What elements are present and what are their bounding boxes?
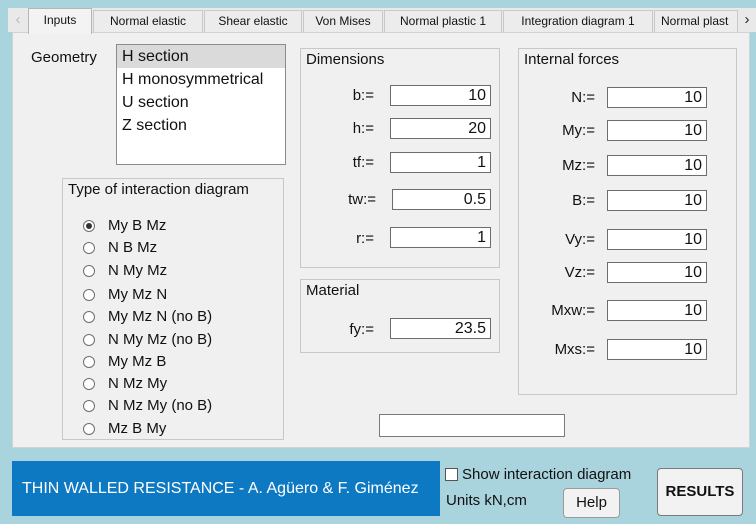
- radio-label: My B Mz: [108, 217, 167, 234]
- b-label: b:=: [352, 87, 374, 104]
- radio-button[interactable]: [83, 311, 95, 323]
- tab-inputs[interactable]: Inputs: [28, 8, 92, 34]
- interaction-group: Type of interaction diagram My B Mz N B …: [62, 178, 284, 440]
- geometry-label: Geometry: [31, 49, 97, 66]
- mxw-label: Mxw:=: [551, 302, 595, 319]
- tw-label: tw:=: [348, 191, 376, 208]
- radio-button[interactable]: [83, 378, 95, 390]
- mz-label: Mz:=: [562, 157, 595, 174]
- vz-input[interactable]: [607, 262, 707, 283]
- my-input[interactable]: [607, 120, 707, 141]
- units-label: Units kN,cm: [446, 492, 527, 509]
- fy-label: fy:=: [349, 321, 374, 338]
- radio-button[interactable]: [83, 289, 95, 301]
- title-banner: THIN WALLED RESISTANCE - A. Agüero & F. …: [12, 461, 440, 516]
- mxw-input[interactable]: [607, 300, 707, 321]
- radio-label: N Mz My (no B): [108, 397, 213, 414]
- my-label: My:=: [562, 122, 595, 139]
- chevron-left-icon[interactable]: ‹: [10, 8, 26, 32]
- help-button[interactable]: Help: [563, 488, 620, 518]
- tw-input[interactable]: [392, 189, 491, 210]
- tab-integration-diagram-1[interactable]: Integration diagram 1: [503, 10, 653, 32]
- material-group: Material fy:=: [300, 279, 500, 353]
- interaction-title: Type of interaction diagram: [68, 181, 249, 198]
- tf-input[interactable]: [390, 152, 491, 173]
- b-input[interactable]: [390, 85, 491, 106]
- internal-forces-title: Internal forces: [524, 51, 620, 68]
- material-title: Material: [306, 282, 360, 299]
- show-diagram-checkbox[interactable]: [445, 468, 458, 481]
- tab-bar: ‹ Inputs Normal elastic Shear elastic Vo…: [8, 8, 756, 34]
- inputs-panel: Geometry H section H monosymmetrical U s…: [12, 32, 750, 448]
- chevron-right-icon[interactable]: ›: [739, 8, 755, 32]
- h-label: h:=: [352, 120, 374, 137]
- radio-label: My Mz B: [108, 353, 167, 370]
- geometry-option-h-monosymmetrical[interactable]: H monosymmetrical: [117, 68, 285, 91]
- fy-input[interactable]: [390, 318, 491, 339]
- b-force-label: B:=: [572, 192, 595, 209]
- vy-label: Vy:=: [565, 231, 595, 248]
- n-input[interactable]: [607, 87, 707, 108]
- radio-button[interactable]: [83, 400, 95, 412]
- radio-label: Mz B My: [108, 420, 167, 437]
- radio-label: N My Mz: [108, 262, 168, 279]
- h-input[interactable]: [390, 118, 491, 139]
- vz-label: Vz:=: [564, 264, 595, 281]
- geometry-option-z-section[interactable]: Z section: [117, 114, 285, 137]
- mxs-input[interactable]: [607, 339, 707, 360]
- radio-button[interactable]: [83, 334, 95, 346]
- show-diagram-label: Show interaction diagram: [462, 466, 632, 483]
- r-input[interactable]: [390, 227, 491, 248]
- tab-normal-elastic[interactable]: Normal elastic: [93, 10, 203, 32]
- tf-label: tf:=: [352, 154, 374, 171]
- radio-button[interactable]: [83, 356, 95, 368]
- geometry-option-u-section[interactable]: U section: [117, 91, 285, 114]
- n-label: N:=: [571, 89, 595, 106]
- radio-label: N My Mz (no B): [108, 331, 213, 348]
- radio-label: My Mz N (no B): [108, 308, 213, 325]
- banner-text: THIN WALLED RESISTANCE - A. Agüero & F. …: [22, 480, 419, 497]
- radio-label: My Mz N: [108, 286, 168, 303]
- tab-normal-plast[interactable]: Normal plast: [654, 10, 738, 32]
- tab-normal-plastic-1[interactable]: Normal plastic 1: [384, 10, 502, 32]
- tab-von-mises[interactable]: Von Mises: [303, 10, 383, 32]
- radio-label: N B Mz: [108, 239, 158, 256]
- internal-forces-group: Internal forces N:= My:= Mz:= B:= Vy:= V…: [518, 48, 737, 395]
- b-force-input[interactable]: [607, 190, 707, 211]
- dimensions-group: Dimensions b:= h:= tf:= tw:= r:=: [300, 48, 500, 268]
- radio-button[interactable]: [83, 423, 95, 435]
- r-label: r:=: [356, 230, 374, 247]
- dimensions-title: Dimensions: [306, 51, 385, 68]
- radio-label: N Mz My: [108, 375, 168, 392]
- radio-button[interactable]: [83, 265, 95, 277]
- geometry-listbox[interactable]: H section H monosymmetrical U section Z …: [116, 44, 286, 165]
- mz-input[interactable]: [607, 155, 707, 176]
- geometry-option-h-section[interactable]: H section: [117, 45, 285, 68]
- mxs-label: Mxs:=: [554, 341, 595, 358]
- results-button[interactable]: RESULTS: [657, 468, 743, 516]
- radio-button[interactable]: [83, 220, 95, 232]
- tab-shear-elastic[interactable]: Shear elastic: [204, 10, 302, 32]
- status-field[interactable]: [379, 414, 565, 437]
- radio-button[interactable]: [83, 242, 95, 254]
- vy-input[interactable]: [607, 229, 707, 250]
